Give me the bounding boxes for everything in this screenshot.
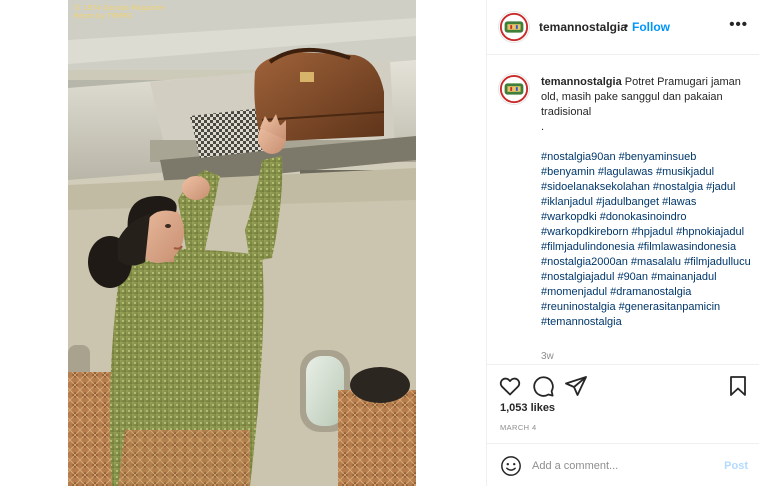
caption-hashtags: #nostalgia90an #benyaminsueb #benyamin #… xyxy=(541,150,751,330)
comment-icon[interactable] xyxy=(531,374,555,398)
comment-input[interactable] xyxy=(532,457,712,475)
header-separator: • xyxy=(624,19,629,33)
instagram-post: © 1974 Garuda Magazine Repro by TEMPO te… xyxy=(0,0,759,486)
caption-dot: . xyxy=(541,121,545,133)
photo-credit-line: © 1974 Garuda Magazine xyxy=(74,4,165,12)
post-header: temannostalgia • Follow ••• xyxy=(487,0,759,55)
comment-bar: Post xyxy=(487,443,759,486)
photo-credit: © 1974 Garuda Magazine Repro by TEMPO xyxy=(74,4,165,20)
caption-username[interactable]: temannostalgia xyxy=(541,76,622,88)
avatar[interactable] xyxy=(498,11,530,43)
caption-avatar[interactable] xyxy=(498,73,530,105)
post-photo-container[interactable]: © 1974 Garuda Magazine Repro by TEMPO xyxy=(0,0,486,486)
caption-text-block: temannostalgia Potret Pramugari jaman ol… xyxy=(541,75,751,330)
post-comment-button[interactable]: Post xyxy=(724,460,748,472)
header-username[interactable]: temannostalgia xyxy=(539,20,627,34)
heart-icon[interactable] xyxy=(498,374,522,398)
stewardess-photo xyxy=(0,0,486,486)
more-horizontal-icon[interactable]: ••• xyxy=(729,16,748,33)
photo-credit-line: Repro by TEMPO xyxy=(74,12,132,20)
follow-button[interactable]: Follow xyxy=(632,20,670,34)
emoji-icon[interactable] xyxy=(500,455,522,477)
likes-count[interactable]: 1,053 likes xyxy=(500,402,555,414)
share-icon[interactable] xyxy=(564,374,588,398)
post-date[interactable]: MARCH 4 xyxy=(500,423,537,432)
caption-age: 3w xyxy=(541,351,554,362)
caption-area[interactable]: temannostalgia Potret Pramugari jaman ol… xyxy=(487,56,759,364)
hashtag-list[interactable]: #nostalgia90an #benyaminsueb #benyamin #… xyxy=(541,151,751,328)
action-bar xyxy=(487,364,759,404)
bookmark-icon[interactable] xyxy=(726,374,750,398)
post-side-panel: temannostalgia • Follow ••• temannostalg… xyxy=(486,0,759,486)
